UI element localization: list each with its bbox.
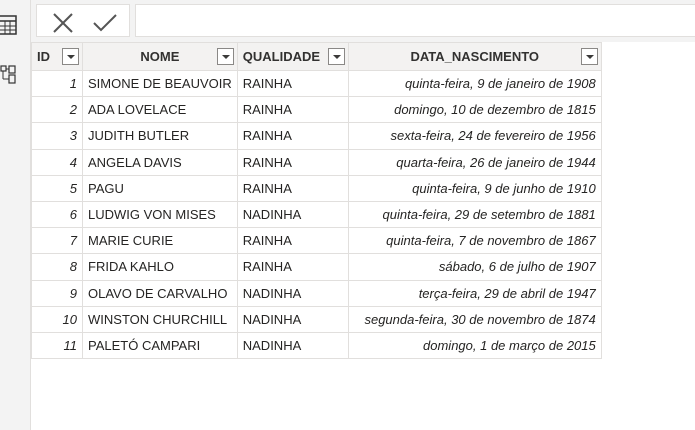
cell-nome[interactable]: PAGU: [82, 174, 238, 202]
cell-id[interactable]: 4: [31, 148, 83, 176]
table-row[interactable]: 11 PALETÓ CAMPARI NADINHA domingo, 1 de mar…: [31, 331, 602, 360]
cell-data-nascimento[interactable]: quinta-feira, 29 de setembro de 1881: [347, 200, 602, 229]
cell-data-nascimento[interactable]: terça-feira, 29 de abril de 1947: [347, 279, 602, 307]
cell-nome[interactable]: LUDWIG VON MISES: [82, 200, 238, 229]
column-header-qualidade[interactable]: QUALIDADE: [236, 42, 349, 71]
cell-nome[interactable]: MARIE CURIE: [82, 227, 238, 255]
filter-dropdown-icon[interactable]: [216, 48, 234, 65]
cell-data-nascimento[interactable]: domingo, 1 de março de 2015: [347, 331, 602, 360]
cell-data-nascimento[interactable]: quinta-feira, 7 de novembro de 1867: [347, 227, 602, 255]
cell-qualidade[interactable]: RAINHA: [236, 96, 349, 124]
filter-dropdown-icon[interactable]: [327, 48, 345, 65]
column-header-nome[interactable]: NOME: [82, 42, 238, 71]
cell-nome[interactable]: ANGELA DAVIS: [82, 148, 238, 176]
cell-nome[interactable]: SIMONE DE BEAUVOIR: [82, 69, 238, 98]
cell-id[interactable]: 7: [31, 227, 83, 255]
cell-data-nascimento[interactable]: quinta-feira, 9 de janeiro de 1908: [347, 69, 602, 98]
cell-id[interactable]: 11: [31, 331, 83, 360]
table-row[interactable]: 6 LUDWIG VON MISES NADINHA quinta-feira, 29…: [31, 200, 602, 229]
cell-qualidade[interactable]: RAINHA: [236, 227, 349, 255]
cell-nome[interactable]: OLAVO DE CARVALHO: [82, 279, 238, 307]
column-header-label: DATA_NASCIMENTO: [410, 49, 540, 64]
table-row[interactable]: 7 MARIE CURIE RAINHA quinta-feira, 7 de nov…: [31, 227, 602, 255]
cell-id[interactable]: 10: [31, 305, 83, 333]
table-row[interactable]: 10 WINSTON CHURCHILL NADINHA segunda-feira,…: [31, 305, 602, 333]
column-header-id[interactable]: ID: [31, 42, 83, 71]
cell-qualidade[interactable]: NADINHA: [236, 200, 349, 229]
cell-nome[interactable]: ADA LOVELACE: [82, 96, 238, 124]
column-header-label: NOME: [140, 49, 180, 64]
cell-nome[interactable]: JUDITH BUTLER: [82, 122, 238, 150]
table-view-icon[interactable]: [0, 14, 18, 36]
table-row[interactable]: 4 ANGELA DAVIS RAINHA quarta-feira, 26 de j…: [31, 148, 602, 176]
column-header-label: QUALIDADE: [242, 49, 321, 64]
cell-nome[interactable]: PALETÓ CAMPARI: [82, 331, 238, 360]
table-row[interactable]: 8 FRIDA KAHLO RAINHA sábado, 6 de julho de …: [31, 253, 602, 281]
cell-qualidade[interactable]: NADINHA: [236, 279, 349, 307]
cell-qualidade[interactable]: NADINHA: [236, 305, 349, 333]
formula-input[interactable]: [135, 4, 695, 37]
cell-id[interactable]: 2: [31, 96, 83, 124]
column-header-data-nascimento[interactable]: DATA_NASCIMENTO: [347, 42, 602, 71]
cell-qualidade[interactable]: RAINHA: [236, 148, 349, 176]
cell-id[interactable]: 9: [31, 279, 83, 307]
table-row[interactable]: 2 ADA LOVELACE RAINHA domingo, 10 de dezemb…: [31, 96, 602, 124]
data-table: ID NOME QUALIDADE DATA_NASCIMENTO 1 SIMON…: [31, 42, 602, 360]
cell-qualidade[interactable]: RAINHA: [236, 69, 349, 98]
data-grid: ID NOME QUALIDADE DATA_NASCIMENTO 1 SIMON…: [31, 42, 695, 430]
cell-qualidade[interactable]: RAINHA: [236, 253, 349, 281]
model-view-icon[interactable]: [0, 64, 18, 86]
filter-dropdown-icon[interactable]: [62, 48, 79, 65]
cell-nome[interactable]: FRIDA KAHLO: [82, 253, 238, 281]
cell-data-nascimento[interactable]: sexta-feira, 24 de fevereiro de 1956: [347, 122, 602, 150]
table-row[interactable]: 9 OLAVO DE CARVALHO NADINHA terça-feira, 29…: [31, 279, 602, 307]
header-row: ID NOME QUALIDADE DATA_NASCIMENTO: [31, 42, 602, 71]
column-header-label: ID: [37, 49, 50, 64]
formula-bar-actions: [36, 4, 130, 37]
cell-nome[interactable]: WINSTON CHURCHILL: [82, 305, 238, 333]
cell-data-nascimento[interactable]: sábado, 6 de julho de 1907: [347, 253, 602, 281]
left-rail: [0, 0, 31, 430]
table-row[interactable]: 5 PAGU RAINHA quinta-feira, 9 de junho de 1…: [31, 174, 602, 202]
cell-id[interactable]: 3: [31, 122, 83, 150]
cell-id[interactable]: 1: [31, 69, 83, 98]
cell-id[interactable]: 8: [31, 253, 83, 281]
table-row[interactable]: 1 SIMONE DE BEAUVOIR RAINHA quinta-feira, 9…: [31, 69, 602, 98]
cell-qualidade[interactable]: RAINHA: [236, 174, 349, 202]
cell-data-nascimento[interactable]: quarta-feira, 26 de janeiro de 1944: [347, 148, 602, 176]
cell-data-nascimento[interactable]: quinta-feira, 9 de junho de 1910: [347, 174, 602, 202]
filter-dropdown-icon[interactable]: [580, 48, 598, 65]
cell-data-nascimento[interactable]: domingo, 10 de dezembro de 1815: [347, 96, 602, 124]
cell-id[interactable]: 5: [31, 174, 83, 202]
cell-id[interactable]: 6: [31, 200, 83, 229]
close-icon[interactable]: [52, 12, 74, 34]
table-row[interactable]: 3 JUDITH BUTLER RAINHA sexta-feira, 24 de f…: [31, 122, 602, 150]
cell-data-nascimento[interactable]: segunda-feira, 30 de novembro de 1874: [347, 305, 602, 333]
cell-qualidade[interactable]: RAINHA: [236, 122, 349, 150]
cell-qualidade[interactable]: NADINHA: [236, 331, 349, 360]
check-icon[interactable]: [92, 12, 118, 34]
